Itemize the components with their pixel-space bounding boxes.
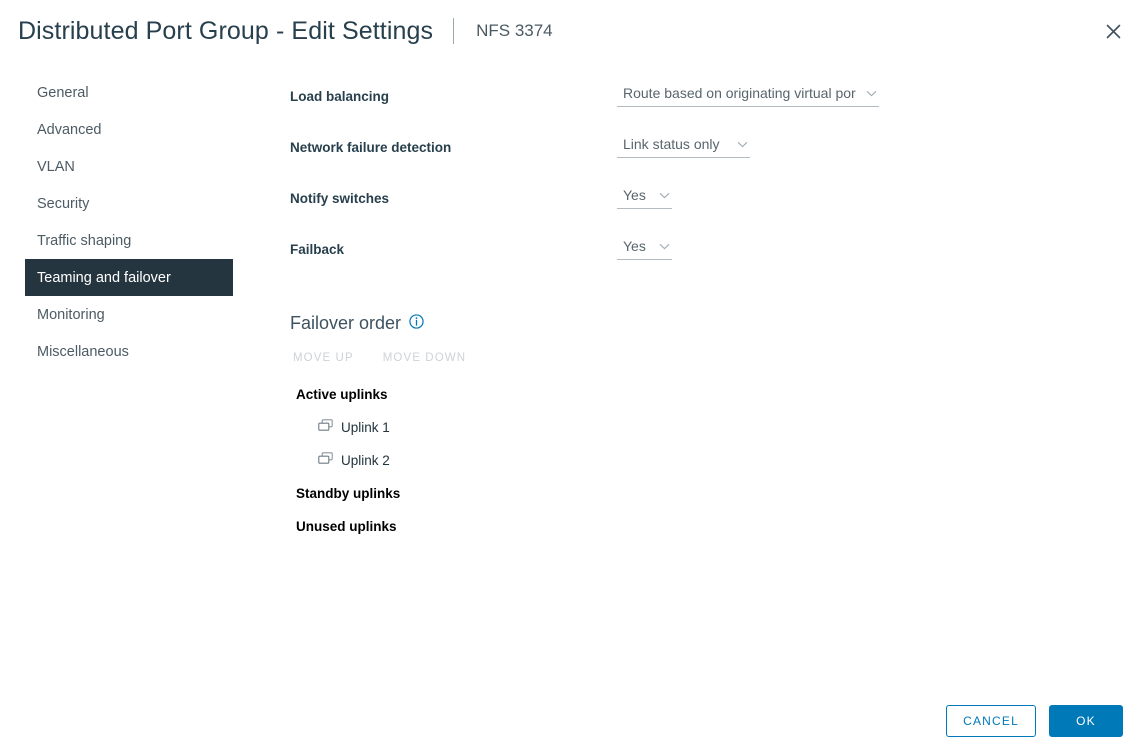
- settings-form: Load balancing Route based on originatin…: [290, 74, 910, 278]
- uplink-group-active-uplinks: Active uplinks: [296, 378, 910, 411]
- form-row-network-failure-detection: Network failure detection Link status on…: [290, 125, 910, 176]
- chevron-down-icon: [866, 84, 877, 102]
- title-divider: [453, 18, 454, 44]
- form-row-notify-switches: Notify switches Yes: [290, 176, 910, 227]
- form-row-failback: Failback Yes: [290, 227, 910, 278]
- sidebar-item-general[interactable]: General: [25, 74, 233, 111]
- sidebar-item-label: VLAN: [37, 159, 75, 175]
- dialog-header: Distributed Port Group - Edit Settings N…: [0, 0, 1140, 62]
- sidebar-item-label: Miscellaneous: [37, 344, 129, 360]
- dialog-footer: CANCEL OK: [0, 705, 1140, 737]
- sidebar-item-monitoring[interactable]: Monitoring: [25, 296, 233, 333]
- failover-order-title: Failover order: [290, 313, 401, 334]
- page-title: Distributed Port Group - Edit Settings: [18, 17, 433, 46]
- sidebar-item-miscellaneous[interactable]: Miscellaneous: [25, 333, 233, 370]
- notify-switches-label: Notify switches: [290, 191, 389, 206]
- failover-order-section: Failover order MOVE UP MOVE DOWN Active …: [290, 313, 910, 543]
- move-up-button[interactable]: MOVE UP: [293, 352, 354, 364]
- sidebar-item-label: Advanced: [37, 122, 102, 138]
- cancel-button[interactable]: CANCEL: [946, 705, 1036, 737]
- uplink-label: Uplink 2: [341, 453, 390, 468]
- sidebar-item-advanced[interactable]: Advanced: [25, 111, 233, 148]
- chevron-down-icon: [659, 186, 670, 204]
- info-icon[interactable]: [409, 313, 424, 334]
- uplink-port-icon: [318, 419, 333, 437]
- load-balancing-select[interactable]: Route based on originating virtual por: [617, 84, 879, 107]
- form-row-load-balancing: Load balancing Route based on originatin…: [290, 74, 910, 125]
- ok-button[interactable]: OK: [1049, 705, 1123, 737]
- notify-switches-select[interactable]: Yes: [617, 186, 672, 209]
- failback-select[interactable]: Yes: [617, 237, 672, 260]
- sidebar-item-label: Traffic shaping: [37, 233, 131, 249]
- network-failure-detection-label: Network failure detection: [290, 140, 451, 155]
- chevron-down-icon: [737, 135, 748, 153]
- sidebar-item-security[interactable]: Security: [25, 185, 233, 222]
- move-down-button[interactable]: MOVE DOWN: [383, 352, 466, 364]
- sidebar-nav: General Advanced VLAN Security Traffic s…: [25, 74, 233, 370]
- notify-switches-value: Yes: [623, 187, 655, 203]
- failback-label: Failback: [290, 242, 344, 257]
- sidebar-item-label: Teaming and failover: [37, 270, 171, 286]
- sidebar-item-teaming-and-failover[interactable]: Teaming and failover: [25, 259, 233, 296]
- failover-order-heading: Failover order: [290, 313, 910, 334]
- uplink-group-unused-uplinks: Unused uplinks: [296, 510, 910, 543]
- failback-value: Yes: [623, 238, 655, 254]
- uplink-group-standby-uplinks: Standby uplinks: [296, 477, 910, 510]
- sidebar-item-vlan[interactable]: VLAN: [25, 148, 233, 185]
- uplink-port-icon: [318, 452, 333, 470]
- network-failure-detection-value: Link status only: [623, 136, 733, 152]
- sidebar-item-label: Monitoring: [37, 307, 105, 323]
- sidebar-item-traffic-shaping[interactable]: Traffic shaping: [25, 222, 233, 259]
- list-item[interactable]: Uplink 2: [296, 444, 910, 477]
- dialog-subtitle: NFS 3374: [476, 21, 553, 41]
- network-failure-detection-select[interactable]: Link status only: [617, 135, 750, 158]
- chevron-down-icon: [659, 237, 670, 255]
- load-balancing-value: Route based on originating virtual por: [623, 85, 862, 101]
- load-balancing-label: Load balancing: [290, 89, 389, 104]
- list-item[interactable]: Uplink 1: [296, 411, 910, 444]
- close-icon: [1106, 24, 1121, 39]
- close-button[interactable]: [1098, 16, 1128, 46]
- uplink-label: Uplink 1: [341, 420, 390, 435]
- uplink-list: Active uplinks Uplink 1 Uplink 2 Standby…: [290, 378, 910, 543]
- sidebar-item-label: General: [37, 85, 89, 101]
- move-buttons-group: MOVE UP MOVE DOWN: [290, 352, 910, 364]
- sidebar-item-label: Security: [37, 196, 89, 212]
